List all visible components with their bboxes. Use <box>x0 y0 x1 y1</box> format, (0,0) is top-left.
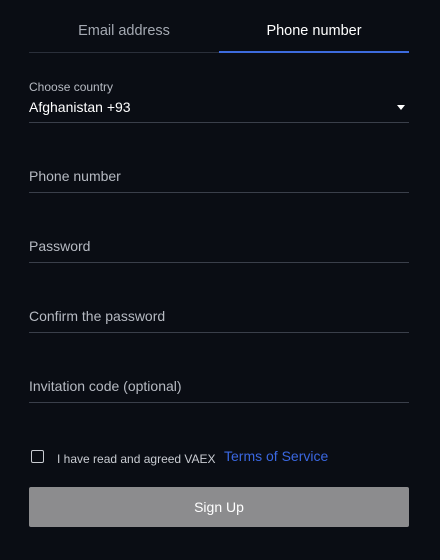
agreement-text: I have read and agreed VAEX <box>57 452 216 466</box>
terms-agreement: I have read and agreed VAEX Terms of Ser… <box>29 446 409 470</box>
invitation-code-placeholder: Invitation code (optional) <box>29 378 182 394</box>
tab-email-address[interactable]: Email address <box>29 12 219 52</box>
confirm-password-input[interactable]: Confirm the password <box>29 294 409 333</box>
country-label: Choose country <box>29 80 114 94</box>
country-value: Afghanistan +93 <box>29 99 131 115</box>
signup-form: Email address Phone number Choose countr… <box>29 0 409 560</box>
terms-of-service-link[interactable]: Terms of Service <box>224 448 328 464</box>
password-placeholder: Password <box>29 238 91 254</box>
invitation-code-input[interactable]: Invitation code (optional) <box>29 364 409 403</box>
terms-checkbox[interactable] <box>31 450 44 463</box>
confirm-password-placeholder: Confirm the password <box>29 308 166 324</box>
tab-bar: Email address Phone number <box>29 12 409 53</box>
caret-down-icon <box>397 105 405 110</box>
country-select[interactable]: Choose country Afghanistan +93 <box>29 72 409 123</box>
tab-phone-number[interactable]: Phone number <box>219 12 409 53</box>
password-input[interactable]: Password <box>29 224 409 263</box>
sign-up-button[interactable]: Sign Up <box>29 487 409 527</box>
phone-number-input[interactable]: Phone number <box>29 154 409 193</box>
phone-number-placeholder: Phone number <box>29 168 121 184</box>
